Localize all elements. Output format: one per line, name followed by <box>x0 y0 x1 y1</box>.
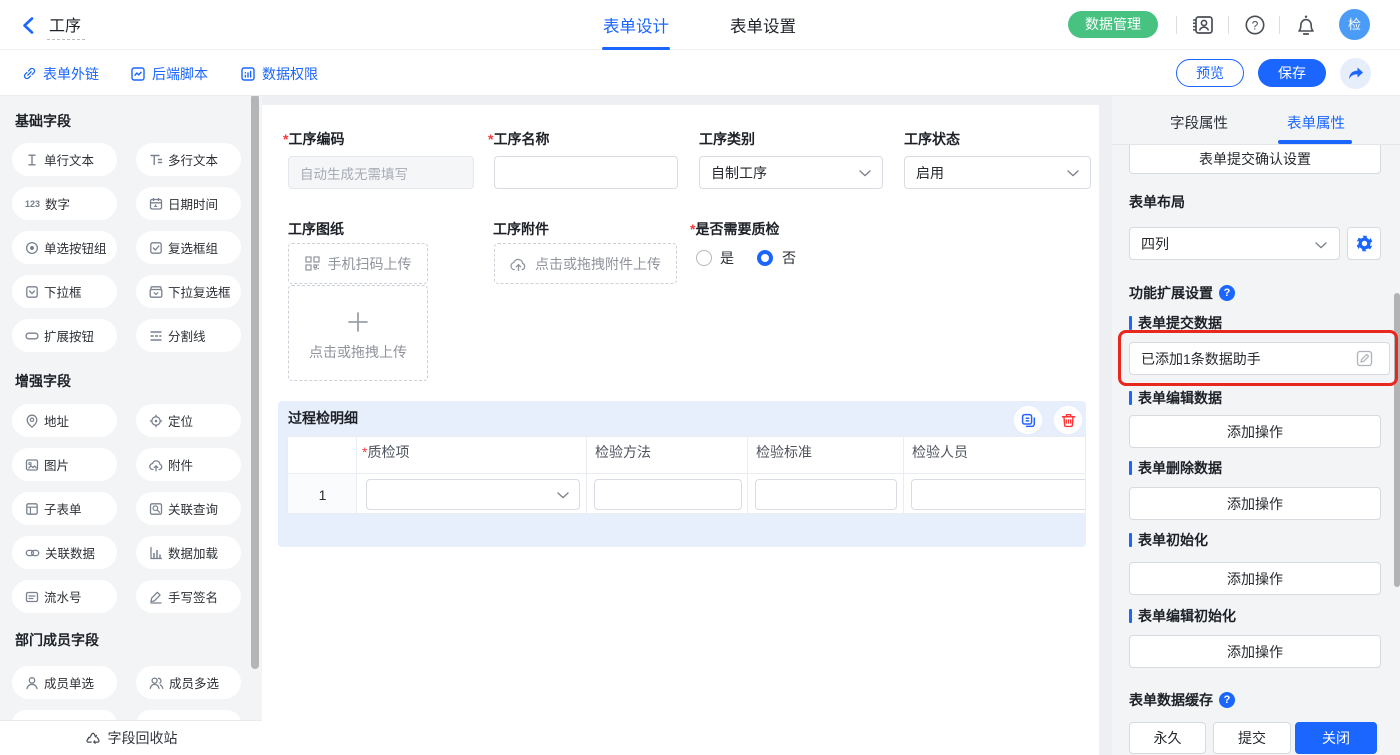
svg-text:?: ? <box>1252 18 1259 32</box>
